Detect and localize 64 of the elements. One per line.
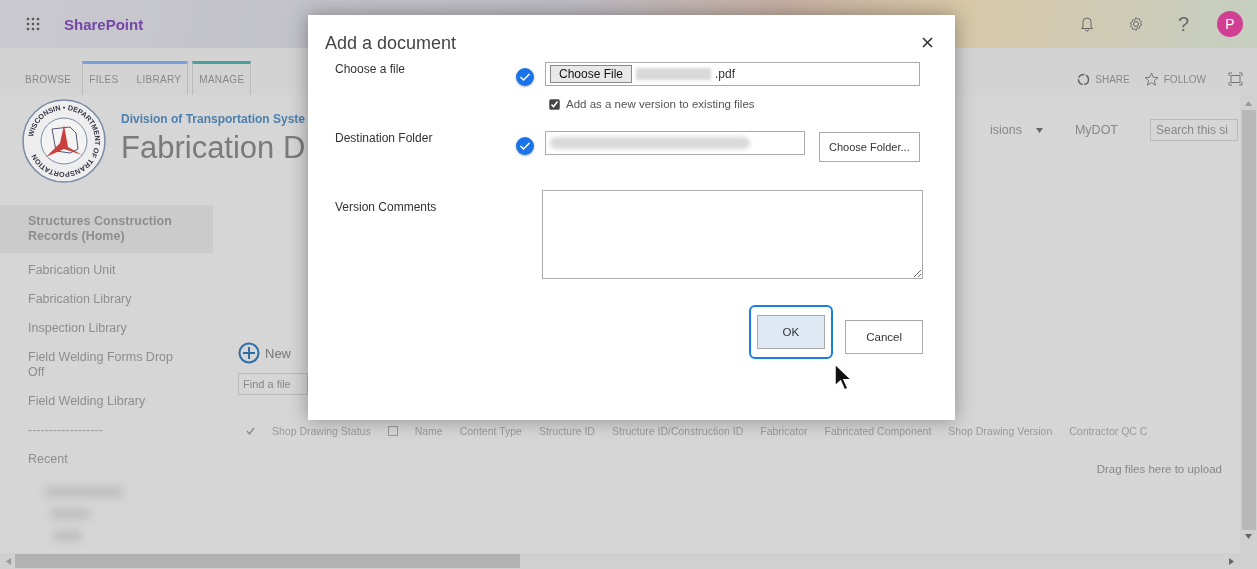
sidebar-item[interactable]: Structures Construction Records (Home) bbox=[0, 205, 213, 253]
ribbon-tab[interactable]: LIBRARY bbox=[136, 74, 182, 85]
column-header[interactable]: Structure ID bbox=[538, 425, 595, 437]
sidebar-item[interactable]: Fabrication Library bbox=[0, 286, 213, 315]
choose-folder-button[interactable]: Choose Folder... bbox=[819, 132, 920, 162]
column-header[interactable]: Shop Drawing Version bbox=[948, 425, 1053, 437]
checkbox-label[interactable]: Add as a new version to existing files bbox=[566, 98, 755, 110]
scroll-down-icon[interactable] bbox=[1245, 534, 1252, 539]
site-search-field[interactable]: Search this si bbox=[1150, 119, 1238, 141]
share-icon bbox=[1077, 73, 1091, 86]
ribbon-tab[interactable]: FILES bbox=[89, 74, 119, 85]
folder-field[interactable] bbox=[545, 131, 805, 155]
follow-button[interactable]: FOLLOW bbox=[1143, 72, 1206, 86]
horizontal-scrollbar[interactable] bbox=[0, 553, 1240, 569]
separator-text: ------------------ bbox=[27, 422, 104, 439]
drop-hint: Drag files here to upload bbox=[1096, 463, 1222, 475]
sidebar-item[interactable]: Fabrication Unit bbox=[0, 257, 213, 286]
bell-icon[interactable] bbox=[1079, 16, 1094, 32]
new-button[interactable]: New bbox=[238, 342, 291, 364]
vertical-scrollbar[interactable] bbox=[1240, 95, 1257, 569]
sidebar-item[interactable]: Inspection Library bbox=[0, 315, 213, 344]
scroll-left-icon[interactable] bbox=[6, 557, 11, 565]
avatar[interactable]: P bbox=[1217, 11, 1243, 37]
file-input[interactable]: Choose File .pdf bbox=[545, 62, 920, 86]
close-icon[interactable] bbox=[922, 37, 933, 48]
choose-file-button[interactable]: Choose File bbox=[550, 65, 633, 83]
ribbon-tab[interactable]: MANAGE bbox=[199, 74, 245, 85]
settings-icon[interactable] bbox=[1127, 16, 1144, 32]
field-label: Choose a file bbox=[335, 62, 407, 76]
column-header[interactable]: Fabricated Component bbox=[824, 425, 932, 437]
select-all-checkbox[interactable] bbox=[387, 426, 398, 436]
scroll-right-icon[interactable] bbox=[1229, 557, 1234, 565]
focus-mode-icon[interactable] bbox=[1228, 72, 1243, 86]
site-subtitle[interactable]: Division of Transportation Syste bbox=[121, 112, 306, 126]
dialog-title: Add a document bbox=[325, 33, 457, 54]
star-icon bbox=[1143, 72, 1159, 86]
checkbox[interactable] bbox=[549, 98, 560, 110]
column-header[interactable]: Content Type bbox=[459, 425, 522, 437]
check-icon[interactable] bbox=[246, 427, 255, 435]
top-nav-link[interactable]: MyDOT bbox=[1074, 123, 1118, 137]
site-title: Fabrication D bbox=[121, 130, 306, 166]
app-launcher-icon[interactable] bbox=[26, 17, 40, 31]
sidebar-item[interactable]: Field Welding Library bbox=[0, 388, 213, 417]
column-header[interactable]: Name bbox=[414, 425, 443, 437]
column-header[interactable]: Fabricator bbox=[760, 425, 808, 437]
comments-field[interactable] bbox=[542, 190, 923, 279]
dialog-button[interactable]: Cancel bbox=[845, 319, 923, 354]
sidebar-item[interactable]: Field Welding Forms Drop Off bbox=[0, 344, 213, 388]
column-header[interactable]: Shop Drawing Status bbox=[272, 425, 371, 437]
file-name: .pdf bbox=[715, 67, 736, 81]
dialog-button[interactable]: OK bbox=[756, 315, 826, 349]
share-button[interactable]: SHARE bbox=[1077, 73, 1130, 86]
caret-icon bbox=[1035, 127, 1043, 133]
field-label: Destination Folder bbox=[335, 131, 434, 145]
scroll-up-icon[interactable] bbox=[1245, 101, 1252, 106]
field-label: Version Comments bbox=[335, 200, 438, 214]
ribbon-tab[interactable]: BROWSE bbox=[25, 74, 72, 85]
plus-circle-icon bbox=[238, 342, 260, 364]
find-file-field[interactable]: Find a file bbox=[238, 373, 308, 395]
help-button[interactable]: ? bbox=[1177, 12, 1189, 36]
column-header[interactable]: Contractor QC C bbox=[1069, 425, 1148, 437]
app-name[interactable]: SharePoint bbox=[64, 15, 144, 33]
recent-heading: Recent bbox=[27, 451, 69, 468]
top-nav-link[interactable]: isions bbox=[989, 123, 1043, 137]
